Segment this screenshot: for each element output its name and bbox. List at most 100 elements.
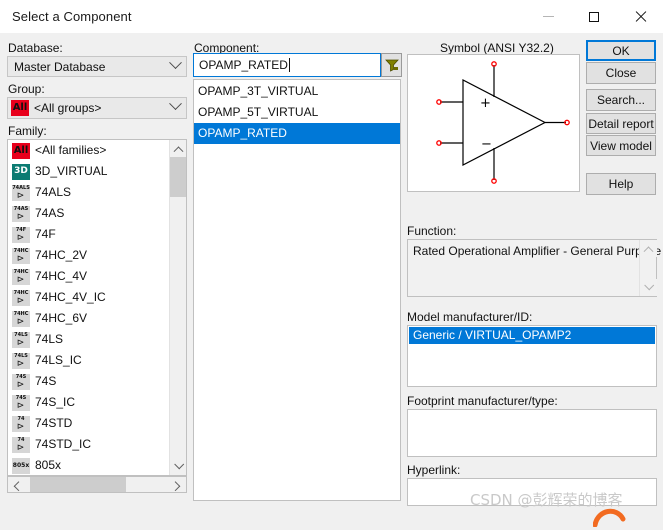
database-combobox[interactable]: Master Database [7,55,187,77]
chevron-down-icon [164,97,186,114]
component-list-item-label: OPAMP_3T_VIRTUAL [198,84,319,98]
footprint-field[interactable] [407,409,657,457]
family-list-item[interactable]: 74S ⊳ 74S_IC [8,392,171,413]
select-a-component-dialog: Select a Component Database: Master Data… [0,0,663,528]
gate-icon: 74 ⊳ [12,415,30,432]
hyperlink-field[interactable] [407,478,657,506]
scroll-left-icon[interactable] [8,477,25,494]
family-vertical-scrollbar[interactable] [169,140,186,475]
help-button-label: Help [608,177,634,191]
view-model-button[interactable]: View model [586,135,656,156]
gate-icon: 74LS ⊳ [12,331,30,348]
maximize-icon[interactable] [571,0,617,33]
database-label: Database: [8,41,63,55]
svg-text:+: + [480,96,491,111]
family-list-item[interactable]: All <All families> [8,140,171,161]
component-list-item[interactable]: OPAMP_RATED [194,123,400,144]
group-value: <All groups> [34,101,102,115]
family-list-item-label: 3D_VIRTUAL [35,164,108,178]
family-list-item[interactable]: 74AS ⊳ 74AS [8,203,171,224]
database-value: Master Database [14,59,106,74]
gate-icon: 74HC ⊳ [12,289,30,306]
family-horizontal-scrollbar[interactable] [7,476,187,493]
family-list-item[interactable]: 74HC ⊳ 74HC_4V_IC [8,287,171,308]
component-search-input[interactable]: OPAMP_RATED [193,53,381,77]
family-list-item-label: 805x [35,458,62,472]
family-list-item-label: 74LS [35,332,64,346]
chevron-down-icon [164,55,186,73]
family-list-item-label: 74HC_2V [35,248,88,262]
family-list-item[interactable]: 74HC ⊳ 74HC_6V [8,308,171,329]
search-button[interactable]: Search... [586,89,656,111]
close-button[interactable]: Close [586,62,656,84]
family-label: Family: [8,124,47,138]
gate-icon: 74 ⊳ [12,436,30,453]
function-vertical-scrollbar[interactable] [639,240,657,296]
family-list-item-label: 74S [35,374,57,388]
cursor-pointer-icon [592,505,627,528]
scroll-down-icon[interactable] [170,458,186,475]
family-list-item-label: 74LS_IC [35,353,82,367]
component-list-item[interactable]: OPAMP_3T_VIRTUAL [194,81,400,102]
family-scroll-thumb[interactable] [170,157,186,197]
3d-virtual-icon: 3D [12,163,30,180]
model-manufacturer-item[interactable]: Generic / VIRTUAL_OPAMP2 [409,327,655,344]
gate-icon: 74AS ⊳ [12,205,30,222]
symbol-label: Symbol (ANSI Y32.2) [440,41,554,55]
help-button[interactable]: Help [586,173,656,195]
family-list-item[interactable]: 805x 805x [8,455,171,475]
search-button-label: Search... [596,93,646,107]
family-list-item[interactable]: 74LS ⊳ 74LS [8,329,171,350]
family-list-item[interactable]: 74S ⊳ 74S [8,371,171,392]
scroll-right-icon[interactable] [169,477,186,494]
detail-report-button[interactable]: Detail report [586,113,656,134]
family-list-item-label: 74ALS [35,185,72,199]
function-field[interactable]: Rated Operational Amplifier - General Pu… [407,239,661,297]
family-hscroll-thumb[interactable] [30,477,126,492]
family-list-item[interactable]: 74HC ⊳ 74HC_2V [8,245,171,266]
hyperlink-label: Hyperlink: [407,463,461,477]
family-list-item-label: 74AS [35,206,65,220]
family-list-item[interactable]: 74HC ⊳ 74HC_4V [8,266,171,287]
symbol-preview-panel: + − [407,54,580,192]
group-combobox[interactable]: All <All groups> [7,97,187,119]
family-list-item-label: 74STD [35,416,73,430]
function-value: Rated Operational Amplifier - General Pu… [413,244,662,258]
family-list-item-label: 74HC_6V [35,311,88,325]
footprint-label: Footprint manufacturer/type: [407,394,558,408]
all-icon: All [11,100,29,116]
family-listbox[interactable]: All <All families> 3D 3D_VIRTUAL 74ALS ⊳ 74ALS… [7,139,187,476]
805x-icon: 805x [12,457,30,474]
family-list-item[interactable]: 74LS ⊳ 74LS_IC [8,350,171,371]
component-listbox[interactable]: OPAMP_3T_VIRTUAL OPAMP_5T_VIRTUAL OPAMP_RA… [193,79,401,501]
scroll-down-icon[interactable] [640,279,657,296]
family-list-item[interactable]: 3D 3D_VIRTUAL [8,161,171,182]
family-list-item-label: 74HC_4V [35,269,88,283]
scroll-up-icon[interactable] [170,140,186,157]
component-list-item-label: OPAMP_RATED [198,126,287,140]
gate-icon: 74HC ⊳ [12,268,30,285]
model-manufacturer-value: Generic / VIRTUAL_OPAMP2 [413,328,572,342]
filter-button[interactable] [381,53,402,77]
model-manufacturer-listbox[interactable]: Generic / VIRTUAL_OPAMP2 [407,325,657,387]
family-list-item[interactable]: 74F ⊳ 74F [8,224,171,245]
scroll-up-icon[interactable] [640,240,657,257]
view-model-button-label: View model [590,138,652,153]
gate-icon: 74F ⊳ [12,226,30,243]
family-list-item-label: 74F [35,227,56,241]
close-button-label: Close [605,66,637,80]
family-list-item[interactable]: 74ALS ⊳ 74ALS [8,182,171,203]
component-list-item-label: OPAMP_5T_VIRTUAL [198,105,319,119]
ok-button-label: OK [612,43,630,58]
ok-button[interactable]: OK [586,40,656,61]
window-title: Select a Component [12,9,132,24]
family-list-item[interactable]: 74 ⊳ 74STD_IC [8,434,171,455]
svg-text:−: − [481,137,492,152]
component-list-item[interactable]: OPAMP_5T_VIRTUAL [194,102,400,123]
gate-icon: 74ALS ⊳ [12,184,30,201]
close-icon[interactable] [617,0,663,33]
model-manufacturer-label: Model manufacturer/ID: [407,310,533,324]
family-list-item[interactable]: 74 ⊳ 74STD [8,413,171,434]
minimize-icon[interactable] [525,0,571,33]
gate-icon: 74LS ⊳ [12,352,30,369]
